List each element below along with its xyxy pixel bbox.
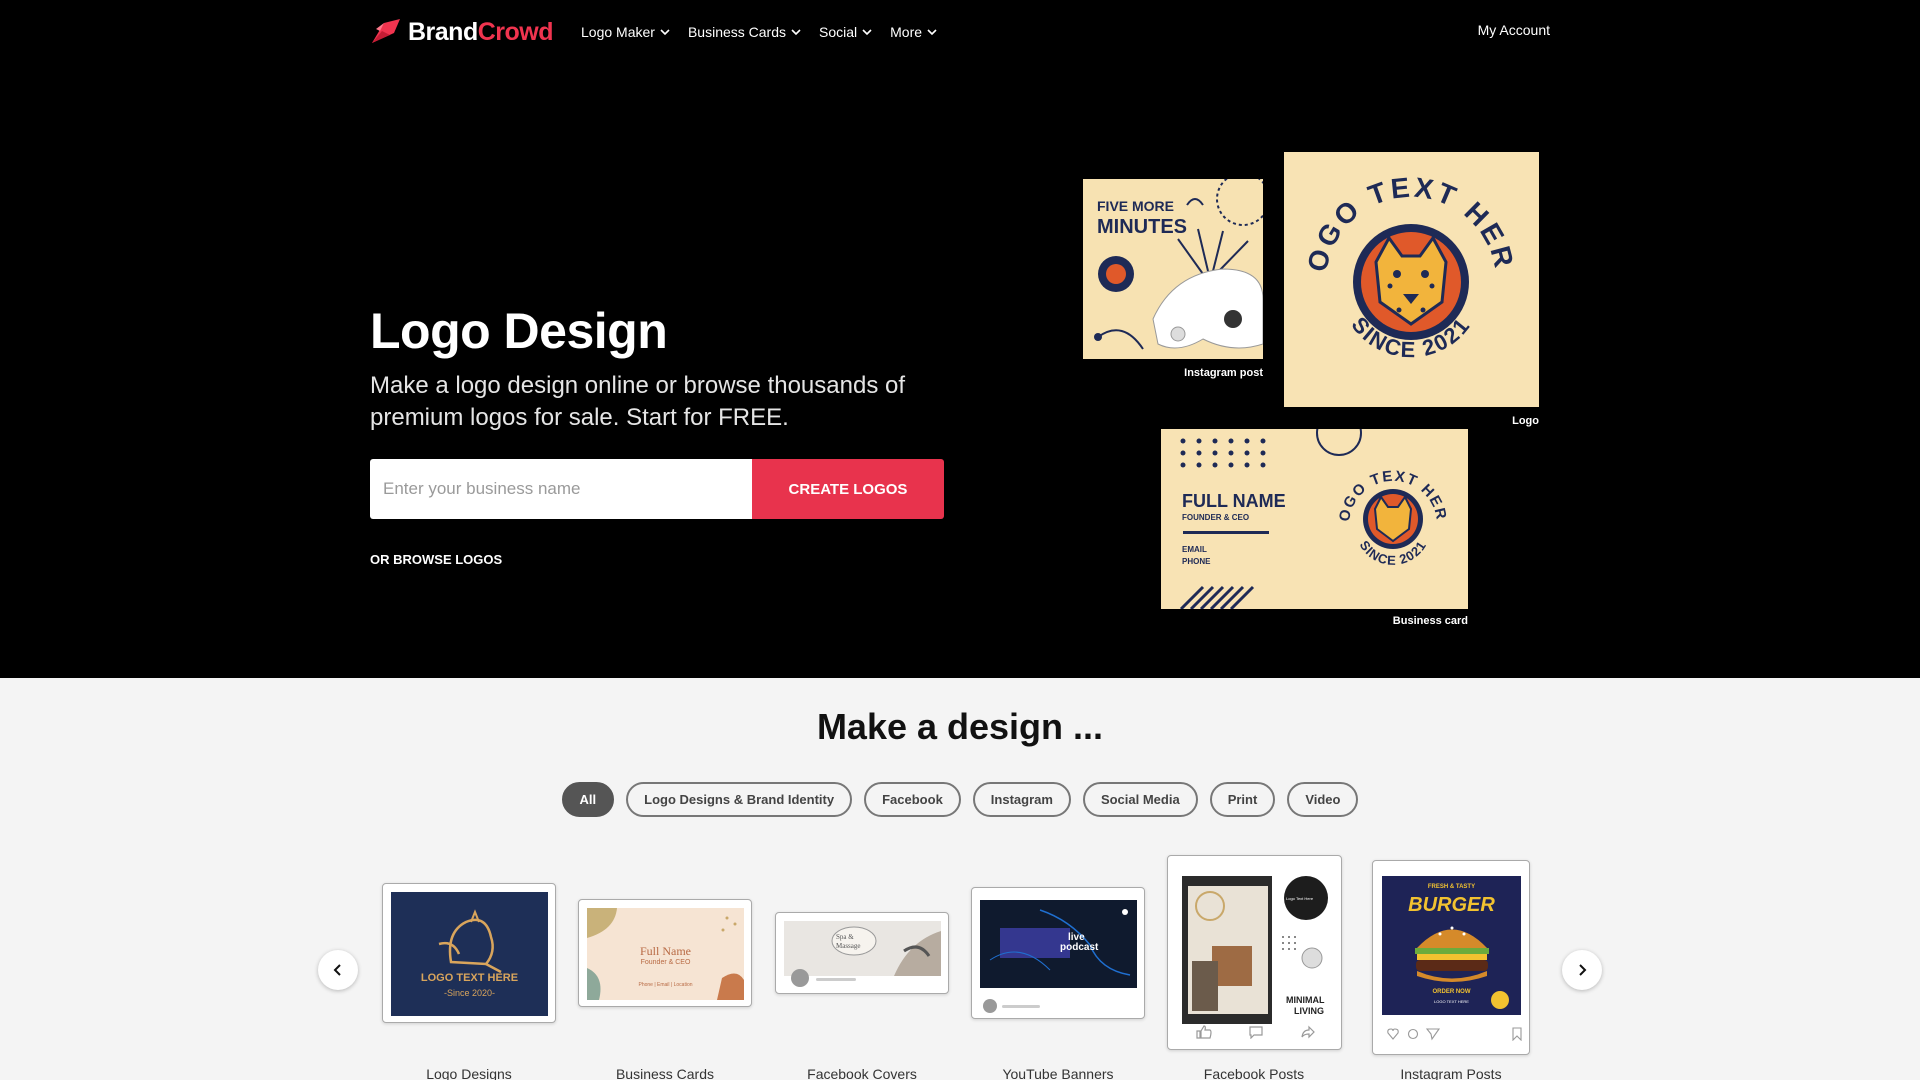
instagram-post-caption: Instagram post xyxy=(1184,367,1263,379)
card-2-text-1: Full Name xyxy=(640,944,691,958)
card-facebook-posts[interactable]: Logo Text Here MINIMAL LIVING xyxy=(1167,855,1342,1050)
brand-name-part1: Brand xyxy=(408,17,478,46)
card-label-logo-designs[interactable]: Logo Designs xyxy=(369,1066,569,1080)
chip-logo-designs-brand-identity[interactable]: Logo Designs & Brand Identity xyxy=(626,782,853,817)
card-1-text-1: LOGO TEXT HERE xyxy=(420,972,519,984)
business-card-preview: Full Name Founder & CEO Phone | Email | … xyxy=(587,908,744,1000)
bookmark-icon xyxy=(1512,1027,1522,1041)
category-filter-chips: All Logo Designs & Brand Identity Facebo… xyxy=(0,782,1920,817)
card-4-text-2: podcast xyxy=(1060,942,1099,953)
card-6-text-2: BURGER xyxy=(1408,894,1495,916)
card-facebook-covers[interactable]: Spa & Massage xyxy=(775,912,949,994)
business-card-caption: Business card xyxy=(1392,615,1468,627)
card-5-text-2: LIVING xyxy=(1294,1006,1325,1016)
bc-email: EMAIL xyxy=(1182,545,1207,554)
logo-caption: Logo xyxy=(1512,415,1539,427)
chip-video[interactable]: Video xyxy=(1287,782,1359,817)
share-icon xyxy=(1301,1025,1315,1039)
youtube-banner-preview: live podcast xyxy=(980,900,1137,988)
card-5-text-1: MINIMAL xyxy=(1286,995,1325,1005)
logo-design-preview: LOGO TEXT HERE -Since 2020- xyxy=(391,892,548,1016)
bc-phone: PHONE xyxy=(1182,557,1211,566)
business-card-mockup: LOGO TEXT HERE SINCE 2021 FULL NAME FOUN… xyxy=(1161,429,1468,609)
section-title: Make a design ... xyxy=(816,706,1104,747)
nav-item-label: More xyxy=(890,24,923,40)
card-6-text-4: LOGO TEXT HERE xyxy=(1434,999,1469,1004)
avatar-placeholder-icon xyxy=(983,999,1040,1013)
chip-social-media[interactable]: Social Media xyxy=(1082,782,1198,817)
card-3-text-1: Spa & xyxy=(836,933,854,941)
instagram-post-mockup: FIVE MORE MINUTES xyxy=(1083,179,1263,359)
brand-rocket-icon xyxy=(372,19,400,43)
comment-icon xyxy=(1249,1026,1263,1039)
business-name-input[interactable] xyxy=(370,459,752,519)
chevron-down-icon xyxy=(862,29,872,36)
my-account-link[interactable]: My Account xyxy=(1478,22,1550,38)
top-nav: BrandCrowd Logo Maker Business Cards Soc… xyxy=(370,14,955,50)
card-1-text-2: -Since 2020- xyxy=(443,988,496,998)
logo-mockup-art: LOGO TEXT HERE SINCE 2021 xyxy=(1284,152,1539,407)
card-youtube-banners[interactable]: live podcast xyxy=(971,887,1145,1019)
chip-print[interactable]: Print xyxy=(1209,782,1276,817)
logo-mockup: LOGO TEXT HERE SINCE 2021 xyxy=(1284,152,1539,407)
chevron-down-icon xyxy=(791,29,801,36)
card-2-text-3: Phone | Email | Location xyxy=(638,982,693,988)
create-logos-button[interactable]: CREATE LOGOS xyxy=(752,459,944,519)
chip-facebook[interactable]: Facebook xyxy=(864,782,961,817)
nav-business-cards[interactable]: Business Cards xyxy=(688,24,801,40)
instagram-post-preview: FRESH & TASTY BURGER ORDER NOW LOGO TEXT… xyxy=(1382,876,1521,1015)
chevron-left-icon xyxy=(333,964,341,976)
carousel-next-button[interactable] xyxy=(1562,950,1602,990)
card-3-text-2: Massage xyxy=(836,942,861,950)
instagram-actions-icon xyxy=(1387,1028,1441,1041)
youtube-banner-art xyxy=(989,909,1131,976)
card-2-text-2: Founder & CEO xyxy=(640,959,691,966)
chip-all[interactable]: All xyxy=(561,782,615,817)
nav-item-label: Social xyxy=(819,24,858,40)
card-instagram-posts[interactable]: FRESH & TASTY BURGER ORDER NOW LOGO TEXT… xyxy=(1372,860,1530,1055)
card-6-text-3: ORDER NOW xyxy=(1432,989,1471,995)
nav-logo-maker[interactable]: Logo Maker xyxy=(581,24,670,40)
avatar-placeholder-icon xyxy=(791,969,856,987)
instagram-headline-2: MINUTES xyxy=(1097,216,1187,238)
nav-social[interactable]: Social xyxy=(819,24,872,40)
chevron-down-icon xyxy=(660,29,670,36)
instagram-headline-1: FIVE MORE xyxy=(1097,198,1175,214)
chip-instagram[interactable]: Instagram xyxy=(972,782,1071,817)
chevron-down-icon xyxy=(927,29,937,36)
card-label-instagram-posts[interactable]: Instagram Posts xyxy=(1351,1066,1551,1080)
brand-name-part2: Crowd xyxy=(477,17,554,46)
card-label-business-cards[interactable]: Business Cards xyxy=(565,1066,765,1080)
hero-subtitle: Make a logo design online or browse thou… xyxy=(370,372,906,431)
hero-section: BrandCrowd Logo Maker Business Cards Soc… xyxy=(0,0,1920,678)
nav-more[interactable]: More xyxy=(890,24,937,40)
chevron-right-icon xyxy=(1579,964,1587,976)
card-label-facebook-posts[interactable]: Facebook Posts xyxy=(1154,1066,1354,1080)
card-business-cards[interactable]: Full Name Founder & CEO Phone | Email | … xyxy=(578,899,752,1007)
card-label-youtube-banners[interactable]: YouTube Banners xyxy=(958,1066,1158,1080)
page-title: Logo Design xyxy=(370,303,668,359)
facebook-post-preview: Logo Text Here MINIMAL LIVING xyxy=(1182,876,1329,1024)
card-5-text-3: Logo Text Here xyxy=(1286,896,1314,901)
bc-full-name: FULL NAME xyxy=(1182,491,1286,511)
like-icon xyxy=(1196,1025,1212,1039)
brand-logo[interactable]: BrandCrowd xyxy=(370,17,554,47)
nav-item-label: Business Cards xyxy=(687,24,786,40)
carousel-prev-button[interactable] xyxy=(318,950,358,990)
card-label-facebook-covers[interactable]: Facebook Covers xyxy=(762,1066,962,1080)
nav-item-label: Logo Maker xyxy=(581,24,655,40)
card-6-text-1: FRESH & TASTY xyxy=(1427,884,1476,890)
card-logo-designs[interactable]: LOGO TEXT HERE -Since 2020- xyxy=(382,883,556,1023)
browse-logos-link[interactable]: OR BROWSE LOGOS xyxy=(370,552,502,567)
bc-role: FOUNDER & CEO xyxy=(1182,513,1250,522)
